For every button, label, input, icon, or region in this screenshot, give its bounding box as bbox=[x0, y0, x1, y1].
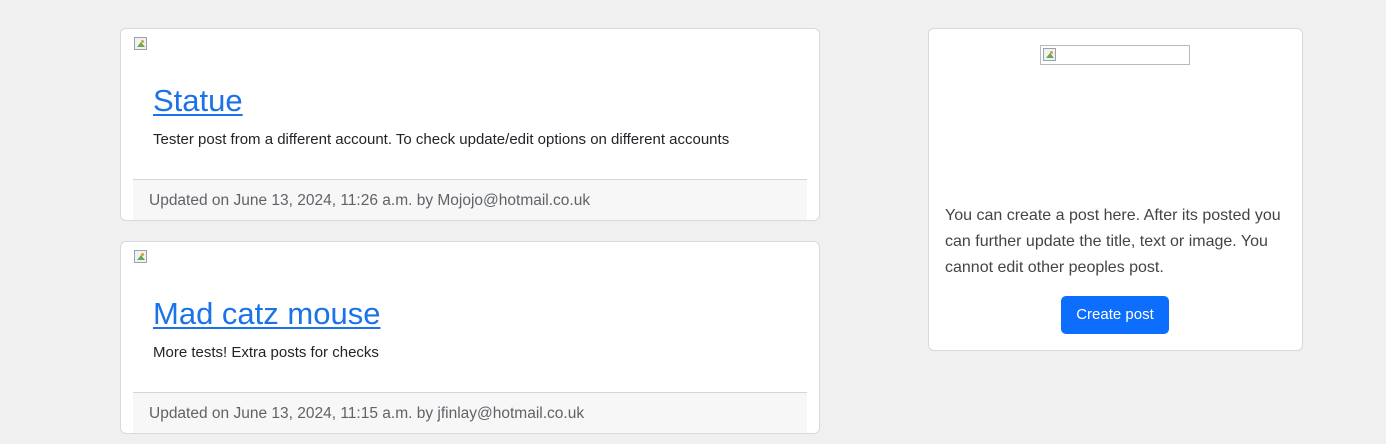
create-post-card: You can create a post here. After its po… bbox=[928, 28, 1303, 351]
create-post-description: You can create a post here. After its po… bbox=[945, 207, 1281, 276]
broken-image-icon bbox=[133, 249, 149, 265]
post-title-link[interactable]: Mad catz mouse bbox=[153, 294, 380, 334]
post-card: Mad catz mouse More tests! Extra posts f… bbox=[120, 241, 820, 434]
post-text: More tests! Extra posts for checks bbox=[153, 344, 379, 361]
post-title-link[interactable]: Statue bbox=[153, 81, 243, 121]
post-text: Tester post from a different account. To… bbox=[153, 131, 730, 148]
sidebar-image bbox=[1040, 45, 1190, 65]
broken-image-icon bbox=[1042, 47, 1058, 63]
post-footer: Updated on June 13, 2024, 11:15 a.m. by … bbox=[133, 392, 807, 433]
create-post-button[interactable]: Create post bbox=[1061, 296, 1169, 334]
post-card: Statue Tester post from a different acco… bbox=[120, 28, 820, 221]
post-footer: Updated on June 13, 2024, 11:26 a.m. by … bbox=[133, 179, 807, 220]
broken-image-icon bbox=[133, 36, 149, 52]
